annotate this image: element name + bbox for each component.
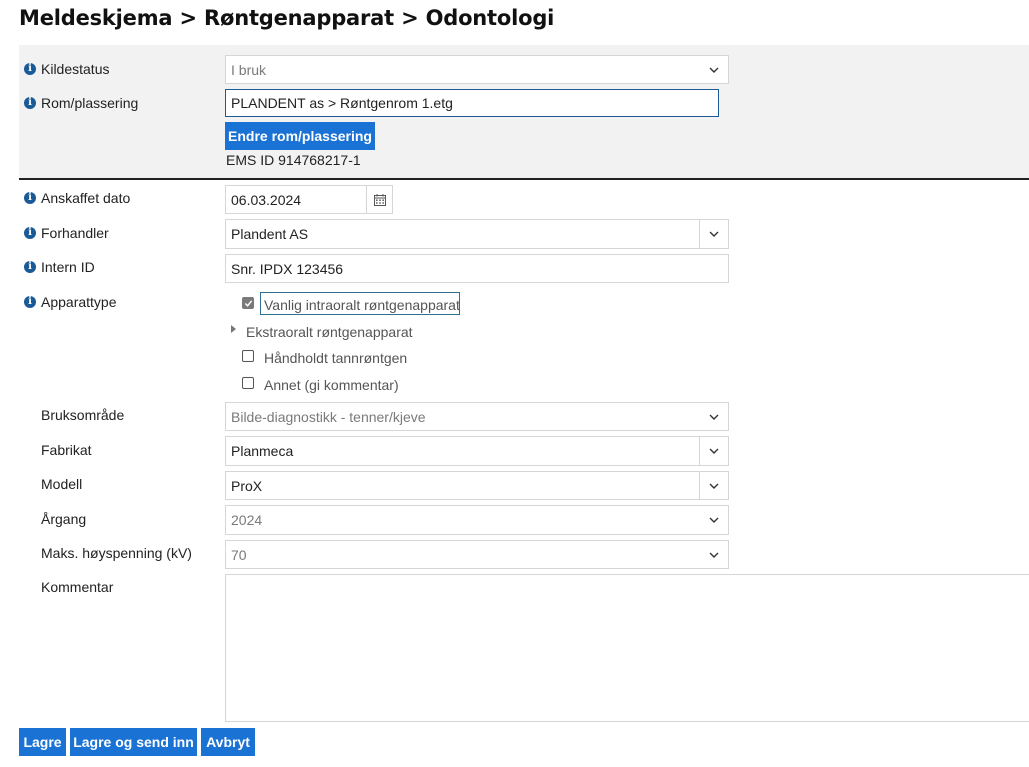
rom-plassering-label: Rom/plassering <box>41 95 139 111</box>
calendar-icon[interactable] <box>366 186 393 213</box>
info-icon[interactable]: i <box>24 227 36 239</box>
kommentar-textarea[interactable] <box>225 574 1029 722</box>
fabrikat-select[interactable]: Planmeca <box>225 436 729 466</box>
fabrikat-value: Planmeca <box>231 443 294 459</box>
rom-plassering-value: PLANDENT as > Røntgenrom 1.etg <box>231 95 453 111</box>
kildestatus-label: Kildestatus <box>41 61 110 77</box>
bruksomrade-label: Bruksområde <box>41 407 125 423</box>
bruksomrade-value: Bilde-diagnostikk - tenner/kjeve <box>231 408 426 425</box>
maks-hoyspenning-select[interactable]: 70 <box>225 540 729 569</box>
anskaffet-dato-label: Anskaffet dato <box>41 190 131 206</box>
chevron-down-icon <box>699 472 728 499</box>
info-icon[interactable]: i <box>24 63 36 75</box>
caret-right-icon[interactable] <box>231 325 236 333</box>
bruksomrade-select[interactable]: Bilde-diagnostikk - tenner/kjeve <box>225 402 729 431</box>
argang-label: Årgang <box>41 511 87 527</box>
chevron-down-icon <box>699 437 728 465</box>
annet-label[interactable]: Annet (gi kommentar) <box>264 377 399 393</box>
apparattype-label: Apparattype <box>41 294 117 310</box>
ems-id-text: EMS ID 914768217-1 <box>226 152 361 168</box>
intraoral-label[interactable]: Vanlig intraoralt røntgenapparat <box>264 297 460 313</box>
argang-select[interactable]: 2024 <box>225 505 729 535</box>
checkmark-icon <box>244 300 253 307</box>
fabrikat-label: Fabrikat <box>41 442 92 458</box>
modell-label: Modell <box>41 476 83 492</box>
modell-value: ProX <box>231 477 263 494</box>
maks-hoyspenning-value: 70 <box>231 546 247 563</box>
chevron-down-icon <box>700 403 728 430</box>
page-title: Meldeskjema > Røntgenapparat > Odontolog… <box>19 6 555 30</box>
modell-select[interactable]: ProX <box>225 471 729 500</box>
handholdt-checkbox[interactable] <box>242 350 254 362</box>
save-and-submit-button[interactable]: Lagre og send inn <box>70 728 197 756</box>
info-icon[interactable]: i <box>24 97 36 109</box>
info-icon[interactable]: i <box>24 261 36 273</box>
kildestatus-value: I bruk <box>231 61 267 78</box>
intraoral-checkbox[interactable] <box>242 297 254 309</box>
intern-id-label: Intern ID <box>41 259 95 275</box>
anskaffet-dato-value: 06.03.2024 <box>231 191 302 208</box>
forhandler-label: Forhandler <box>41 225 109 241</box>
intern-id-input[interactable]: Snr. IPDX 123456 <box>225 254 729 283</box>
cancel-button[interactable]: Avbryt <box>201 728 255 756</box>
kommentar-label: Kommentar <box>41 579 114 595</box>
intern-id-value: Snr. IPDX 123456 <box>231 260 344 277</box>
save-button[interactable]: Lagre <box>19 728 66 756</box>
forhandler-value: Plandent AS <box>231 226 309 242</box>
forhandler-select[interactable]: Plandent AS <box>225 219 729 249</box>
handholdt-label[interactable]: Håndholdt tannrøntgen <box>264 350 407 366</box>
info-icon[interactable]: i <box>24 192 36 204</box>
maks-hoyspenning-label: Maks. høyspenning (kV) <box>41 545 192 561</box>
annet-checkbox[interactable] <box>242 377 254 389</box>
info-icon[interactable]: i <box>24 296 36 308</box>
change-location-button[interactable]: Endre rom/plassering <box>225 122 375 150</box>
chevron-down-icon <box>700 541 728 568</box>
kildestatus-select[interactable]: I bruk <box>225 55 729 84</box>
chevron-down-icon <box>699 220 728 248</box>
rom-plassering-field[interactable]: PLANDENT as > Røntgenrom 1.etg <box>225 89 719 117</box>
chevron-down-icon <box>700 56 728 83</box>
chevron-down-icon <box>700 506 728 534</box>
argang-value: 2024 <box>231 512 263 528</box>
ekstraoral-label[interactable]: Ekstraoralt røntgenapparat <box>246 324 413 340</box>
